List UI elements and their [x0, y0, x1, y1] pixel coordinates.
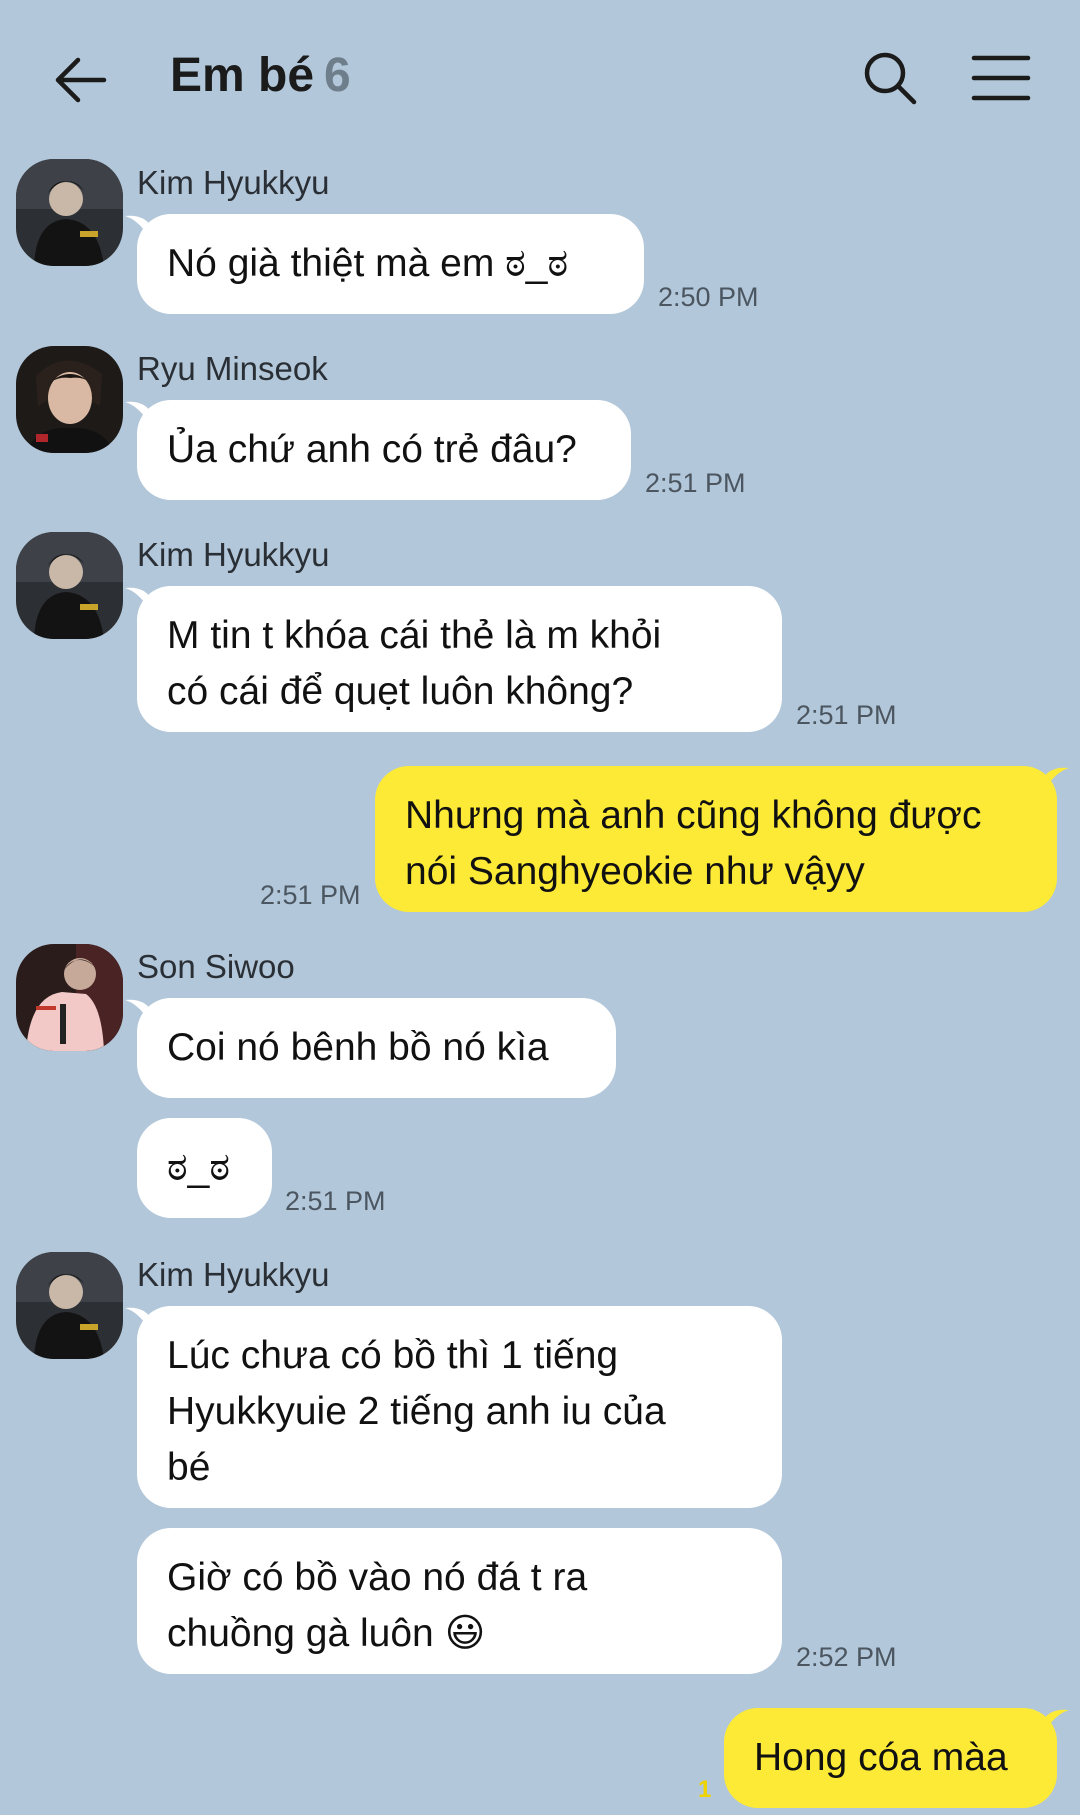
message-time: 2:51 PM	[645, 468, 746, 498]
chat-title: Em bé 6	[170, 48, 351, 103]
message-time: 2:51 PM	[260, 880, 361, 910]
message-bubble[interactable]: Coi nó bênh bồ nó kìa	[125, 998, 616, 1098]
message-text-line: bé	[167, 1446, 211, 1489]
sender-name: Son Siwoo	[137, 948, 295, 985]
message-bubble[interactable]: ಠ_ಠ	[137, 1118, 272, 1218]
message-text-line: nói Sanghyeokie như vậyy	[405, 850, 865, 893]
message-time: 2:50 PM	[658, 282, 759, 312]
message-text: ಠ_ಠ	[167, 1146, 230, 1189]
message-text-line: M tin t khóa cái thẻ là m khỏi	[167, 614, 662, 657]
menu-icon[interactable]	[970, 52, 1032, 104]
message-bubble[interactable]: Ủa chứ anh có trẻ đâu?	[125, 400, 631, 500]
avatar-son-siwoo[interactable]	[16, 944, 123, 1051]
sender-name: Kim Hyukkyu	[137, 536, 330, 573]
message-time: 2:51 PM	[796, 700, 897, 730]
message-text-line: Hyukkyuie 2 tiếng anh iu của	[167, 1390, 666, 1433]
message-text-line: Giờ có bồ vào nó đá t ra	[167, 1556, 588, 1599]
back-arrow-icon[interactable]	[52, 50, 112, 110]
member-count: 6	[324, 49, 351, 102]
message-text: Hong cóa màa	[754, 1736, 1008, 1779]
message-bubble[interactable]: Nó già thiệt mà em ಠ_ಠ	[125, 214, 644, 314]
bubble-tail	[1043, 767, 1069, 792]
message-bubble[interactable]: Lúc chưa có bồ thì 1 tiếng Hyukkyuie 2 t…	[125, 1306, 782, 1508]
message-text: Nó già thiệt mà em ಠ_ಠ	[167, 242, 569, 285]
message-bubble[interactable]: Giờ có bồ vào nó đá t ra chuồng gà luôn …	[137, 1528, 782, 1674]
message-text-line: Lúc chưa có bồ thì 1 tiếng	[167, 1334, 619, 1377]
sender-name: Ryu Minseok	[137, 350, 328, 387]
message-time: 2:51 PM	[285, 1186, 386, 1216]
avatar-kim-hyukkyu[interactable]	[16, 1252, 123, 1359]
my-message-bubble[interactable]: Hong cóa màa	[724, 1708, 1069, 1808]
message-text-line: chuồng gà luôn 😃	[167, 1612, 486, 1655]
bubble-tail	[125, 1307, 151, 1332]
bubble-tail	[1043, 1709, 1069, 1734]
message-bubble[interactable]: M tin t khóa cái thẻ là m khỏi có cái để…	[125, 586, 782, 732]
bubble-tail	[125, 999, 151, 1024]
message-text: Ủa chứ anh có trẻ đâu?	[167, 428, 577, 471]
chat-name: Em bé	[170, 49, 315, 102]
message-text: Coi nó bênh bồ nó kìa	[167, 1026, 549, 1069]
sender-name: Kim Hyukkyu	[137, 164, 330, 201]
avatar-kim-hyukkyu[interactable]	[16, 532, 123, 639]
search-icon[interactable]	[862, 50, 918, 106]
bubble-tail	[125, 215, 151, 240]
avatar-kim-hyukkyu[interactable]	[16, 159, 123, 266]
bubble-tail	[125, 587, 151, 612]
chat-header: Em bé 6	[0, 0, 1080, 158]
unread-count: 1	[698, 1776, 712, 1803]
message-time: 2:52 PM	[796, 1642, 897, 1672]
my-message-bubble[interactable]: Nhưng mà anh cũng không được nói Sanghye…	[375, 766, 1069, 912]
avatar-ryu-minseok[interactable]	[16, 346, 123, 453]
bubble-tail	[125, 401, 151, 426]
message-text-line: Nhưng mà anh cũng không được	[405, 794, 982, 837]
message-text-line: có cái để quẹt luôn không?	[167, 670, 634, 713]
sender-name: Kim Hyukkyu	[137, 1256, 330, 1293]
